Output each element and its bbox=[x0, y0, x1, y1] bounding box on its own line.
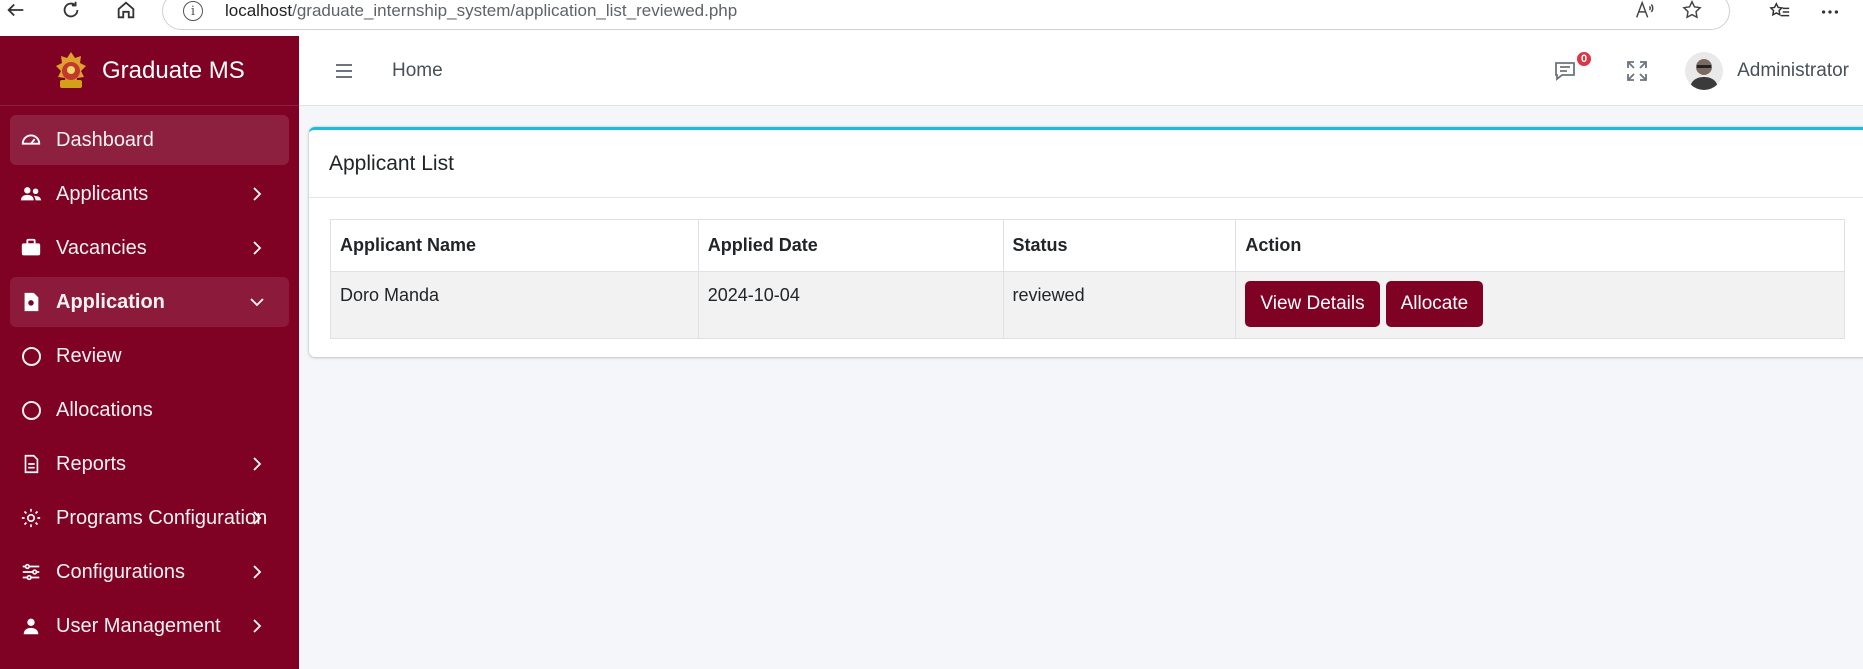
chat-icon bbox=[1555, 62, 1575, 81]
user-name[interactable]: Administrator bbox=[1737, 60, 1849, 82]
home-icon bbox=[117, 1, 135, 19]
table-row: Doro Manda 2024-10-04 reviewed View Deta… bbox=[330, 271, 1845, 339]
chevron-right-icon bbox=[253, 511, 262, 525]
site-info-icon[interactable]: i bbox=[183, 1, 203, 21]
read-aloud-icon[interactable] bbox=[1633, 0, 1655, 21]
top-navbar: Home 0 Administrator bbox=[299, 36, 1863, 106]
sidebar-item-user-management[interactable]: User Management bbox=[10, 601, 289, 651]
sidebar-item-programs-configuration[interactable]: Programs Configuration bbox=[10, 493, 289, 543]
file-icon bbox=[20, 291, 42, 313]
status-cell: reviewed bbox=[1002, 271, 1237, 339]
action-cell: View Details Allocate bbox=[1235, 271, 1845, 339]
sidebar-item-label: Allocations bbox=[56, 398, 153, 421]
sidebar: Graduate MS Dashboard Applicants Vacanci… bbox=[0, 36, 299, 669]
user-icon bbox=[20, 615, 42, 637]
applicant-table: Applicant Name Applied Date Status Actio… bbox=[330, 219, 1845, 339]
sidebar-item-label: User Management bbox=[56, 614, 221, 637]
home-button[interactable] bbox=[106, 0, 146, 28]
brand[interactable]: Graduate MS bbox=[0, 36, 299, 106]
brand-logo-icon bbox=[56, 51, 86, 88]
browser-right-icons bbox=[1769, 0, 1863, 24]
sidebar-item-review[interactable]: Review bbox=[10, 331, 289, 381]
table-header-row: Applicant Name Applied Date Status Actio… bbox=[330, 219, 1845, 272]
sidebar-item-application[interactable]: Application bbox=[10, 277, 289, 327]
column-header-applicant-name: Applicant Name bbox=[330, 219, 699, 272]
sidebar-item-configurations[interactable]: Configurations bbox=[10, 547, 289, 597]
document-icon bbox=[20, 453, 42, 475]
chevron-right-icon bbox=[253, 619, 262, 633]
browser-toolbar: i localhost/graduate_internship_system/a… bbox=[0, 0, 1863, 36]
sidebar-item-allocations[interactable]: Allocations bbox=[10, 385, 289, 435]
sidebar-item-label: Application bbox=[56, 290, 165, 313]
chevron-right-icon bbox=[253, 457, 262, 471]
sliders-icon bbox=[20, 561, 42, 583]
url-path: /graduate_internship_system/application_… bbox=[292, 1, 738, 20]
column-header-action: Action bbox=[1235, 219, 1845, 272]
view-details-button[interactable]: View Details bbox=[1245, 281, 1380, 327]
address-bar[interactable]: i localhost/graduate_internship_system/a… bbox=[162, 0, 1730, 30]
hamburger-menu-icon[interactable] bbox=[336, 63, 352, 78]
message-count-badge: 0 bbox=[1576, 52, 1592, 66]
briefcase-icon bbox=[20, 237, 42, 259]
url-text: localhost/graduate_internship_system/app… bbox=[225, 1, 737, 21]
users-icon bbox=[20, 183, 42, 205]
chevron-right-icon bbox=[253, 187, 262, 201]
back-button[interactable] bbox=[0, 0, 36, 28]
card-title: Applicant List bbox=[329, 151, 454, 175]
applicant-name-cell: Doro Manda bbox=[330, 271, 699, 339]
chevron-right-icon bbox=[253, 241, 262, 255]
sidebar-item-label: Reports bbox=[56, 452, 127, 475]
column-header-applied-date: Applied Date bbox=[697, 219, 1004, 272]
chevron-right-icon bbox=[253, 565, 262, 579]
applied-date-cell: 2024-10-04 bbox=[697, 271, 1004, 339]
user-avatar-icon bbox=[1685, 52, 1724, 90]
brand-name: Graduate MS bbox=[102, 56, 245, 84]
back-arrow-icon bbox=[7, 3, 24, 17]
sidebar-item-vacancies[interactable]: Vacancies bbox=[10, 223, 289, 273]
chevron-down-icon bbox=[250, 298, 264, 307]
sidebar-item-dashboard[interactable]: Dashboard bbox=[10, 115, 289, 165]
sidebar-item-label: Dashboard bbox=[56, 128, 154, 151]
more-options-icon[interactable] bbox=[1819, 1, 1841, 23]
navbar-right: 0 Administrator bbox=[1553, 36, 1849, 106]
favorites-icon[interactable] bbox=[1769, 1, 1791, 23]
sidebar-item-applicants[interactable]: Applicants bbox=[10, 169, 289, 219]
allocate-button[interactable]: Allocate bbox=[1385, 281, 1484, 327]
messages-button[interactable]: 0 bbox=[1553, 52, 1592, 84]
circle-icon bbox=[20, 345, 42, 367]
favorite-star-icon[interactable] bbox=[1681, 0, 1703, 21]
sidebar-item-label: Review bbox=[56, 344, 122, 367]
sidebar-item-label: Applicants bbox=[56, 182, 149, 205]
home-link[interactable]: Home bbox=[392, 60, 443, 82]
column-header-status: Status bbox=[1002, 219, 1237, 272]
gear-icon bbox=[20, 507, 42, 529]
reload-icon bbox=[63, 1, 79, 18]
dashboard-icon bbox=[20, 129, 42, 151]
card-header: Applicant List bbox=[309, 130, 1863, 198]
sidebar-item-label: Configurations bbox=[56, 560, 185, 583]
sidebar-item-reports[interactable]: Reports bbox=[10, 439, 289, 489]
address-bar-icons bbox=[1633, 0, 1703, 21]
sidebar-item-label: Vacancies bbox=[56, 236, 147, 259]
fullscreen-icon[interactable] bbox=[1625, 59, 1649, 83]
avatar[interactable] bbox=[1685, 52, 1724, 90]
applicant-table-wrapper: Applicant Name Applied Date Status Actio… bbox=[330, 219, 1845, 339]
applicant-list-card: Applicant List Applicant Name Applied Da… bbox=[309, 127, 1863, 357]
sidebar-item-label: Programs Configuration bbox=[56, 506, 268, 529]
circle-icon bbox=[20, 399, 42, 421]
url-host: localhost bbox=[225, 1, 293, 20]
reload-button[interactable] bbox=[51, 0, 91, 28]
sidebar-nav: Dashboard Applicants Vacancies Applicati… bbox=[0, 115, 299, 651]
